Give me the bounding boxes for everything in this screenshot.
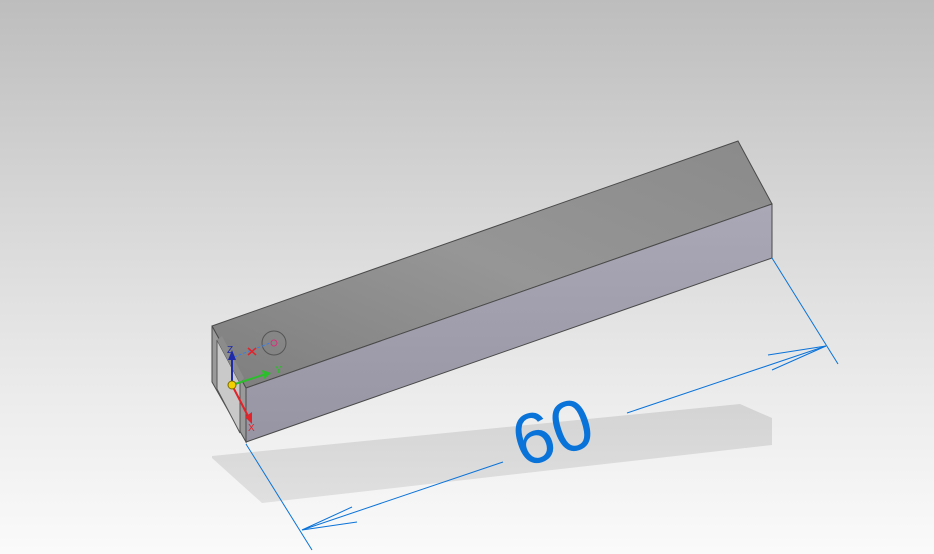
extension-line-far [771, 257, 839, 365]
triad-origin [227, 380, 237, 390]
axis-z-label: Z [227, 345, 233, 356]
cad-3d-viewport[interactable]: 60 Z X Y [0, 0, 934, 554]
dimension-arrow-right [767, 345, 827, 371]
model-canvas[interactable]: 60 Z X Y [0, 0, 934, 554]
axis-y-label: Y [275, 365, 282, 376]
axis-x-label: X [248, 423, 255, 434]
dimension-arrow-left [301, 506, 358, 531]
dimension-line-right [626, 345, 827, 414]
